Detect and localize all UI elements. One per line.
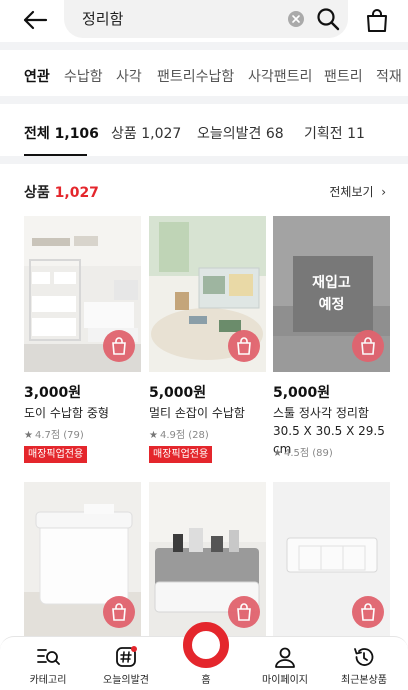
product-price: 3,000원	[24, 385, 82, 401]
nav-label: 카테고리	[29, 675, 67, 686]
restock-text: 재입고 예정	[312, 275, 351, 313]
header: 정리함	[0, 0, 408, 40]
product-section-header: 상품 1,027 전체보기 ›	[0, 180, 408, 204]
add-to-cart-button[interactable]	[103, 596, 135, 628]
product-rating: ★ 4.5점 (89)	[273, 448, 333, 459]
add-to-cart-button[interactable]	[228, 330, 260, 362]
hashtag-icon	[116, 646, 137, 667]
search-result-tabs: 전체 1,106 상품 1,027 오늘의발견 68 기획전 11	[0, 112, 408, 156]
product-card[interactable]	[24, 482, 141, 638]
star-icon: ★	[149, 430, 158, 441]
shopping-bag-icon[interactable]	[364, 7, 390, 33]
tab-exhibitions[interactable]: 기획전 11	[304, 123, 365, 143]
related-keywords: 연관 수납함 사각 팬트리수납함 사각팬트리 팬트리 적재	[0, 60, 408, 94]
related-keyword[interactable]: 팬트리수납함	[157, 66, 234, 86]
product-card[interactable]: 재입고 예정 5,000원 스툴 정사각 정리함 30.5 X 30.5 X 2…	[273, 216, 390, 476]
view-all-link[interactable]: 전체보기 ›	[329, 183, 386, 200]
nav-label: 최근본상품	[341, 675, 387, 686]
nav-label: 홈	[201, 675, 211, 686]
product-card[interactable]	[273, 482, 390, 638]
product-image[interactable]	[24, 216, 141, 372]
tab-discovery[interactable]: 오늘의발견 68	[197, 123, 284, 143]
product-name: 멀티 손잡이 수납함	[149, 406, 245, 420]
product-rating: ★ 4.7점 (79)	[24, 430, 84, 441]
product-price: 5,000원	[273, 385, 331, 401]
related-keyword[interactable]: 사각	[116, 66, 142, 86]
history-icon	[354, 648, 374, 666]
tab-products[interactable]: 상품 1,027	[111, 123, 181, 143]
product-card[interactable]	[149, 482, 266, 638]
product-card[interactable]: 3,000원 도이 수납함 중형 ★ 4.7점 (79) 매장픽업전용	[24, 216, 141, 476]
search-query[interactable]: 정리함	[82, 8, 123, 29]
divider	[0, 96, 408, 104]
product-image[interactable]	[149, 482, 266, 638]
home-button[interactable]	[183, 622, 229, 668]
add-to-cart-button[interactable]	[352, 596, 384, 628]
related-keyword[interactable]: 수납함	[64, 66, 103, 86]
category-search-icon	[37, 649, 60, 665]
search-icon[interactable]	[316, 7, 340, 31]
star-icon: ★	[24, 430, 33, 441]
pickup-only-badge: 매장픽업전용	[149, 446, 213, 463]
related-keyword[interactable]: 사각팬트리	[248, 66, 312, 86]
nav-label: 오늘의발견	[103, 675, 149, 686]
search-input[interactable]: 정리함	[64, 0, 348, 38]
product-card[interactable]: 5,000원 멀티 손잡이 수납함 ★ 4.9점 (28) 매장픽업전용	[149, 216, 266, 476]
nav-label: 마이페이지	[262, 675, 308, 686]
back-arrow-icon[interactable]	[22, 10, 48, 30]
nav-mypage[interactable]: 마이페이지	[245, 637, 325, 690]
nav-discovery[interactable]: 오늘의발견	[86, 637, 166, 690]
related-keyword[interactable]: 적재	[376, 66, 402, 86]
clear-search-icon[interactable]	[288, 11, 304, 27]
nav-recently-viewed[interactable]: 최근본상품	[324, 637, 404, 690]
product-image[interactable]	[149, 216, 266, 372]
person-icon	[275, 647, 295, 668]
nav-category[interactable]: 카테고리	[8, 637, 88, 690]
product-name: 도이 수납함 중형	[24, 406, 109, 420]
pickup-only-badge: 매장픽업전용	[24, 446, 88, 463]
section-title: 상품 1,027	[24, 185, 99, 201]
divider	[0, 156, 408, 164]
add-to-cart-button[interactable]	[103, 330, 135, 362]
product-rating: ★ 4.9점 (28)	[149, 430, 209, 441]
product-image[interactable]: 재입고 예정	[273, 216, 390, 372]
add-to-cart-button[interactable]	[352, 330, 384, 362]
add-to-cart-button[interactable]	[228, 596, 260, 628]
product-image[interactable]	[273, 482, 390, 638]
product-price: 5,000원	[149, 385, 207, 401]
product-image[interactable]	[24, 482, 141, 638]
related-keyword[interactable]: 팬트리	[324, 66, 363, 86]
product-count: 1,027	[54, 185, 99, 201]
divider	[0, 42, 408, 50]
related-label: 연관	[24, 69, 50, 85]
star-icon: ★	[273, 448, 282, 459]
tab-all[interactable]: 전체 1,106	[24, 123, 99, 143]
